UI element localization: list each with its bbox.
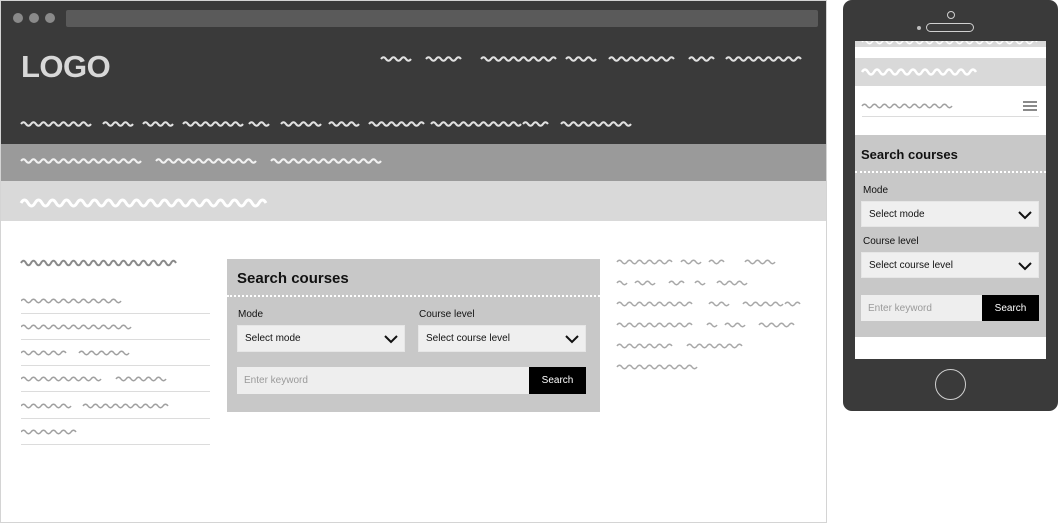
address-bar[interactable] — [66, 10, 818, 27]
mode-select-value: Select mode — [245, 333, 301, 344]
mobile-course-level-label: Course level — [863, 236, 919, 247]
chevron-down-icon — [1018, 211, 1032, 220]
sidebar-link[interactable] — [21, 288, 210, 314]
desktop-browser-mockup: LOGO Search courses Mode Select mode Cou… — [0, 0, 827, 523]
header-top-nav-placeholder[interactable] — [380, 54, 806, 64]
course-level-select[interactable]: Select course level — [418, 325, 586, 352]
right-column-text-placeholder — [616, 259, 801, 370]
mobile-search-button[interactable]: Search — [982, 295, 1039, 321]
mobile-top-nav-placeholder[interactable] — [861, 41, 1042, 47]
search-button[interactable]: Search — [529, 367, 586, 394]
keyword-input[interactable] — [237, 367, 529, 394]
sidebar-link[interactable] — [21, 366, 210, 392]
header-main-nav-placeholder[interactable] — [20, 119, 633, 129]
mobile-breadcrumb-placeholder[interactable] — [861, 102, 957, 110]
mobile-heading-placeholder — [860, 68, 978, 76]
course-level-label: Course level — [419, 309, 475, 320]
mobile-mode-select-value: Select mode — [869, 209, 925, 220]
sidebar-heading-placeholder — [20, 259, 177, 267]
mobile-course-level-select-value: Select course level — [869, 260, 953, 271]
phone-sensor — [917, 26, 921, 30]
mobile-keyword-input[interactable] — [861, 295, 982, 321]
mode-select[interactable]: Select mode — [237, 325, 405, 352]
panel-divider — [227, 295, 600, 297]
phone-camera — [947, 11, 955, 19]
course-level-select-value: Select course level — [426, 333, 510, 344]
mobile-screen: Search courses Mode Select mode Course l… — [855, 41, 1046, 359]
chevron-down-icon — [1018, 262, 1032, 271]
mobile-mode-label: Mode — [863, 185, 889, 196]
secondary-nav-placeholder[interactable] — [20, 156, 386, 166]
sidebar-link[interactable] — [21, 393, 210, 419]
phone-home-button[interactable] — [935, 369, 966, 400]
mobile-search-panel-title: Search courses — [861, 147, 958, 162]
window-dot-maximize[interactable] — [45, 13, 55, 23]
site-logo[interactable]: LOGO — [21, 51, 111, 82]
phone-speaker — [926, 23, 974, 32]
mobile-panel-divider — [855, 171, 1046, 173]
mobile-divider — [862, 116, 1039, 117]
sidebar-link[interactable] — [21, 340, 210, 366]
window-dot-close[interactable] — [13, 13, 23, 23]
chevron-down-icon — [384, 335, 398, 344]
chevron-down-icon — [565, 335, 579, 344]
window-dot-minimize[interactable] — [29, 13, 39, 23]
sidebar-link[interactable] — [21, 314, 210, 340]
mode-label: Mode — [238, 309, 264, 320]
page-heading-placeholder — [19, 198, 268, 208]
search-panel-title: Search courses — [237, 270, 349, 287]
browser-chrome — [1, 1, 826, 37]
sidebar-link[interactable] — [21, 419, 210, 445]
mobile-course-level-select[interactable]: Select course level — [861, 252, 1039, 278]
mobile-search-courses-panel: Search courses Mode Select mode Course l… — [855, 135, 1046, 337]
mobile-mode-select[interactable]: Select mode — [861, 201, 1039, 227]
search-courses-panel: Search courses Mode Select mode Course l… — [227, 259, 600, 412]
hamburger-menu-icon[interactable] — [1023, 101, 1037, 111]
